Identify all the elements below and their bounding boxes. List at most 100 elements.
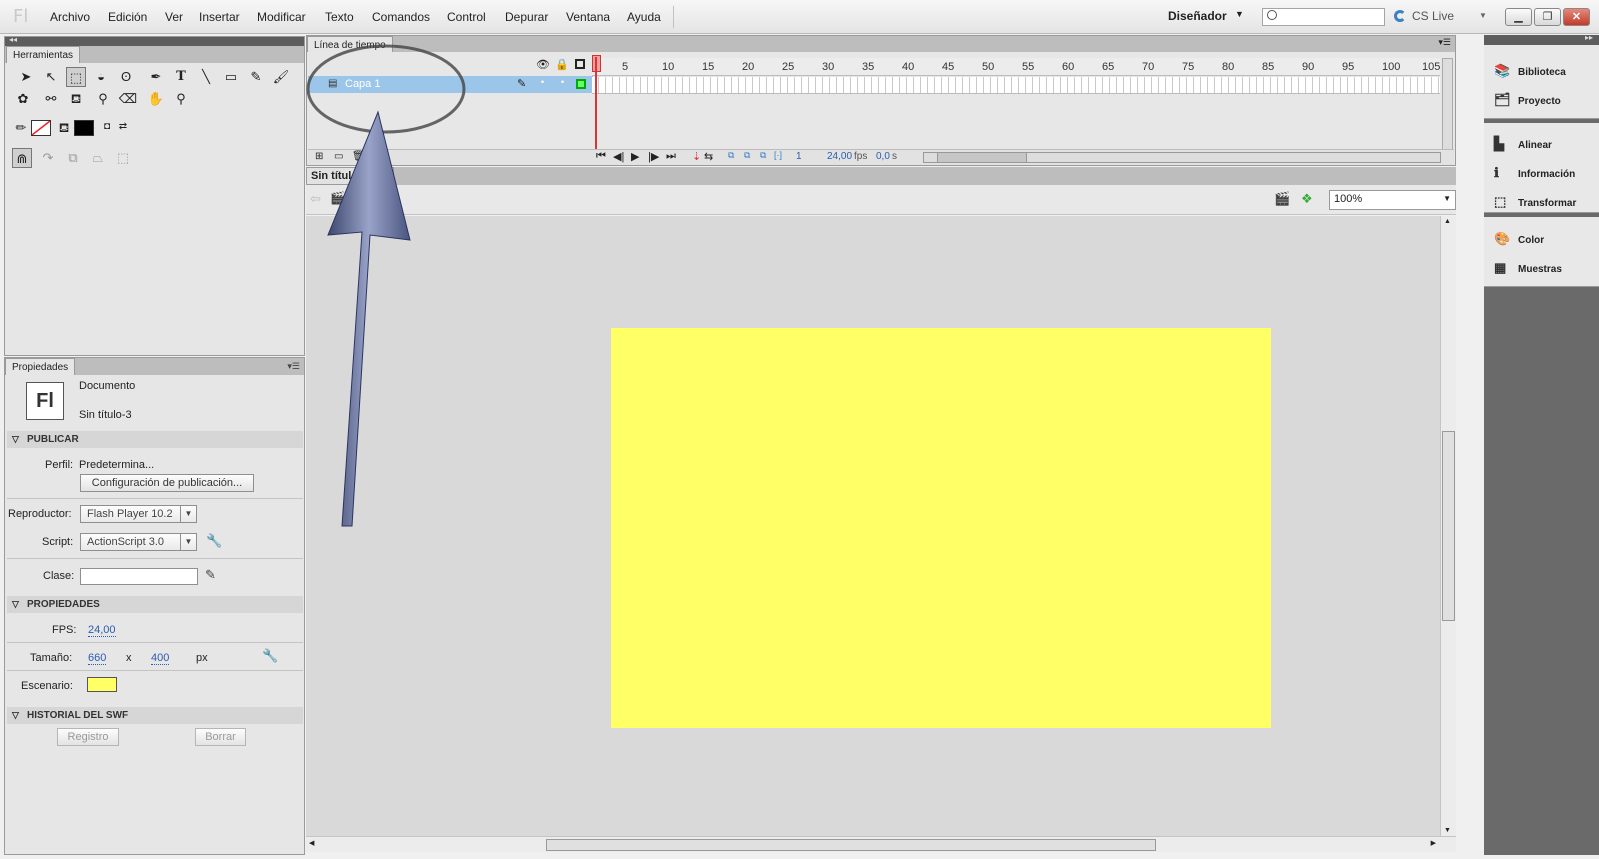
rotate-skew-icon[interactable]: ⧉ <box>63 148 83 168</box>
restore-button[interactable]: ❐ <box>1534 8 1561 26</box>
brush-tool-icon[interactable]: 🖌 <box>271 67 291 87</box>
last-frame-icon[interactable]: ⏭ <box>666 150 676 163</box>
previous-frame-icon[interactable]: ◀| <box>613 150 624 163</box>
hand-tool-icon[interactable]: ✋ <box>146 89 166 109</box>
lasso-tool-icon[interactable]: ʘ <box>116 67 136 87</box>
timeline-tab[interactable]: Línea de tiempo <box>307 36 393 52</box>
minimize-button[interactable]: ▁ <box>1505 8 1532 26</box>
menu-archivo[interactable]: Archivo <box>50 10 90 24</box>
fps-value[interactable]: 24,00 <box>88 624 116 637</box>
fill-color-icon[interactable]: ⛾ <box>54 118 74 138</box>
deco-tool-icon[interactable]: ✿ <box>13 89 33 109</box>
height-value[interactable]: 400 <box>151 652 170 665</box>
scroll-up-icon[interactable]: ▲ <box>1444 218 1451 225</box>
class-input[interactable] <box>80 568 198 585</box>
play-icon[interactable]: ▶ <box>631 150 639 163</box>
menu-insertar[interactable]: Insertar <box>199 10 240 24</box>
edit-symbols-icon[interactable]: ❖ <box>1301 191 1313 207</box>
edit-class-pencil-icon[interactable]: ✎ <box>205 567 216 583</box>
menu-ver[interactable]: Ver <box>165 10 183 24</box>
pen-tool-icon[interactable]: ✒ <box>146 67 166 87</box>
frames-area[interactable]: 1510152025303540455055606570758085909510… <box>592 58 1440 150</box>
swap-colors-icon[interactable]: ⇄ <box>113 117 133 137</box>
onion-outline-icon[interactable]: ⧉ <box>744 150 750 161</box>
player-select[interactable]: Flash Player 10.2 ▼ <box>80 505 197 523</box>
project-panel-button[interactable]: 🗂 Proyecto <box>1494 92 1561 108</box>
close-tab-icon[interactable]: ✕ <box>382 170 390 181</box>
lock-dot-icon[interactable]: • <box>561 77 564 87</box>
first-frame-icon[interactable]: ⏮ <box>596 150 606 163</box>
scroll-thumb[interactable] <box>546 839 1156 851</box>
outline-icon[interactable] <box>575 59 585 69</box>
scroll-thumb[interactable] <box>1442 431 1455 621</box>
clear-button[interactable]: Borrar <box>195 728 246 746</box>
visibility-dot-icon[interactable]: • <box>541 77 544 87</box>
search-input[interactable] <box>1262 8 1385 26</box>
subselection-tool-icon[interactable]: ↖ <box>41 67 61 87</box>
stage[interactable] <box>611 328 1271 728</box>
scroll-right-icon[interactable]: ▶ <box>1431 839 1436 847</box>
delete-layer-icon[interactable]: 🗑 <box>352 151 365 162</box>
edit-multiple-frames-icon[interactable]: ⧉ <box>760 150 766 161</box>
next-frame-icon[interactable]: |▶ <box>648 150 659 163</box>
new-folder-icon[interactable]: ▭ <box>334 151 343 162</box>
workspace-switcher[interactable]: Diseñador <box>1168 9 1227 23</box>
scene-name[interactable]: Escena 1 <box>350 193 400 207</box>
swf-history-section-header[interactable]: HISTORIAL DEL SWF <box>7 707 303 724</box>
log-button[interactable]: Registro <box>57 728 119 746</box>
menu-edicion[interactable]: Edición <box>108 10 147 24</box>
align-panel-button[interactable]: ▙ Alinear <box>1494 136 1552 152</box>
color-panel-button[interactable]: 🎨 Color <box>1494 231 1544 247</box>
cs-live-button[interactable]: CS Live <box>1412 9 1454 23</box>
pencil-tool-icon[interactable]: ✎ <box>246 67 266 87</box>
envelope-icon[interactable]: ⬚ <box>113 148 133 168</box>
eyedropper-tool-icon[interactable]: ⚲ <box>93 89 113 109</box>
rectangle-tool-icon[interactable]: ▭ <box>221 67 241 87</box>
menu-ventana[interactable]: Ventana <box>566 10 610 24</box>
stroke-color-icon[interactable]: ✏ <box>11 118 31 138</box>
eye-icon[interactable]: 👁 <box>536 58 550 71</box>
document-tab[interactable]: Sin título-3 ✕ <box>306 167 394 185</box>
stage-color-swatch[interactable] <box>87 677 117 692</box>
document-settings-wrench-icon[interactable]: 🔧 <box>262 648 278 664</box>
publish-section-header[interactable]: PUBLICAR <box>7 431 303 448</box>
dock-expand-strip[interactable]: ▸▸ <box>1484 33 1599 45</box>
properties-section-header[interactable]: PROPIEDADES <box>7 596 303 613</box>
scroll-down-icon[interactable]: ▼ <box>1444 827 1451 834</box>
stroke-color-swatch[interactable] <box>31 120 51 136</box>
frame-cells[interactable] <box>592 77 1440 94</box>
script-select[interactable]: ActionScript 3.0 ▼ <box>80 533 197 551</box>
free-transform-tool-icon[interactable]: ⬚ <box>66 67 86 87</box>
timeline-vertical-scrollbar[interactable] <box>1442 58 1453 150</box>
center-frame-icon[interactable]: ⇣ <box>692 150 701 163</box>
modify-markers-icon[interactable]: [·] <box>774 150 782 160</box>
properties-tab[interactable]: Propiedades <box>5 358 75 375</box>
layer-name[interactable]: Capa 1 <box>345 78 380 90</box>
zoom-select[interactable]: 100% ▼ <box>1329 190 1456 210</box>
timeline-horizontal-scrollbar[interactable] <box>923 152 1441 163</box>
text-tool-icon[interactable]: T <box>171 67 191 87</box>
stage-vertical-scrollbar[interactable]: ▲ ▼ <box>1440 216 1456 836</box>
smooth-option-icon[interactable]: ↷ <box>38 148 58 168</box>
tools-tab[interactable]: Herramientas <box>6 46 81 63</box>
loop-icon[interactable]: ⇆ <box>704 150 713 163</box>
stage-horizontal-scrollbar[interactable]: ◀ ▶ <box>306 836 1456 852</box>
library-panel-button[interactable]: 📚 Biblioteca <box>1494 63 1566 79</box>
chevron-down-icon[interactable]: ▼ <box>1235 9 1244 19</box>
panel-menu-icon[interactable]: ▾☰ <box>287 361 300 372</box>
stage-pasteboard[interactable] <box>306 216 1440 836</box>
bone-tool-icon[interactable]: ⚯ <box>41 89 61 109</box>
paint-bucket-tool-icon[interactable]: ⛾ <box>66 89 86 109</box>
transform-panel-button[interactable]: ⬚ Transformar <box>1494 194 1576 210</box>
fill-color-swatch[interactable] <box>74 120 94 136</box>
eraser-tool-icon[interactable]: ⌫ <box>118 89 138 109</box>
frame-ruler[interactable]: 1510152025303540455055606570758085909510… <box>592 58 1440 76</box>
menu-texto[interactable]: Texto <box>325 10 354 24</box>
zoom-tool-icon[interactable]: ⚲ <box>171 89 191 109</box>
menu-comandos[interactable]: Comandos <box>372 10 430 24</box>
snap-magnet-icon[interactable]: ⋒ <box>12 148 32 168</box>
onion-skin-icon[interactable]: ⧉ <box>728 150 734 161</box>
panel-collapse-strip[interactable]: ◂◂ <box>5 35 304 46</box>
script-settings-wrench-icon[interactable]: 🔧 <box>206 533 222 549</box>
width-value[interactable]: 660 <box>88 652 107 665</box>
